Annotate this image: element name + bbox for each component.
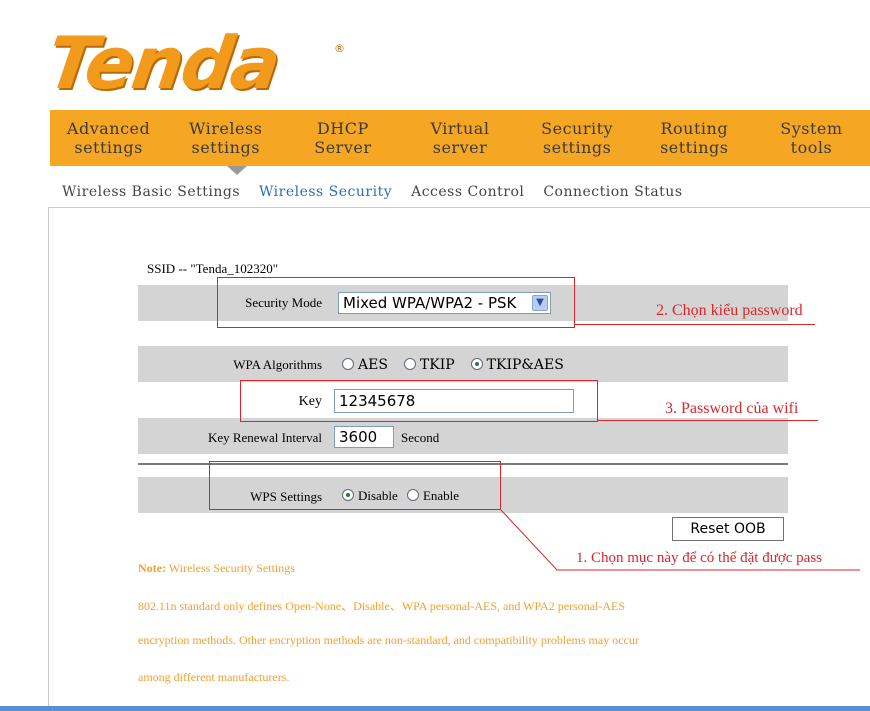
note-line-1: 802.11n standard only defines Open-None、… bbox=[138, 599, 626, 613]
annotation-text-1: 1. Chọn mục này để có thể đặt được pass bbox=[576, 550, 823, 566]
note-title-rest: Wireless Security Settings bbox=[165, 561, 295, 575]
note-heading: Note: Wireless Security Settings bbox=[138, 561, 295, 576]
note-title: Note: bbox=[138, 561, 166, 575]
note-line-2: encryption methods. Other encryption met… bbox=[138, 633, 639, 647]
annotation-text-3: 3. Password của wifi bbox=[665, 400, 799, 417]
note-line-3: among different manufacturers. bbox=[138, 670, 290, 684]
bottom-bar bbox=[0, 706, 870, 711]
annotation-text-2: 2. Chọn kiểu password bbox=[656, 302, 803, 319]
